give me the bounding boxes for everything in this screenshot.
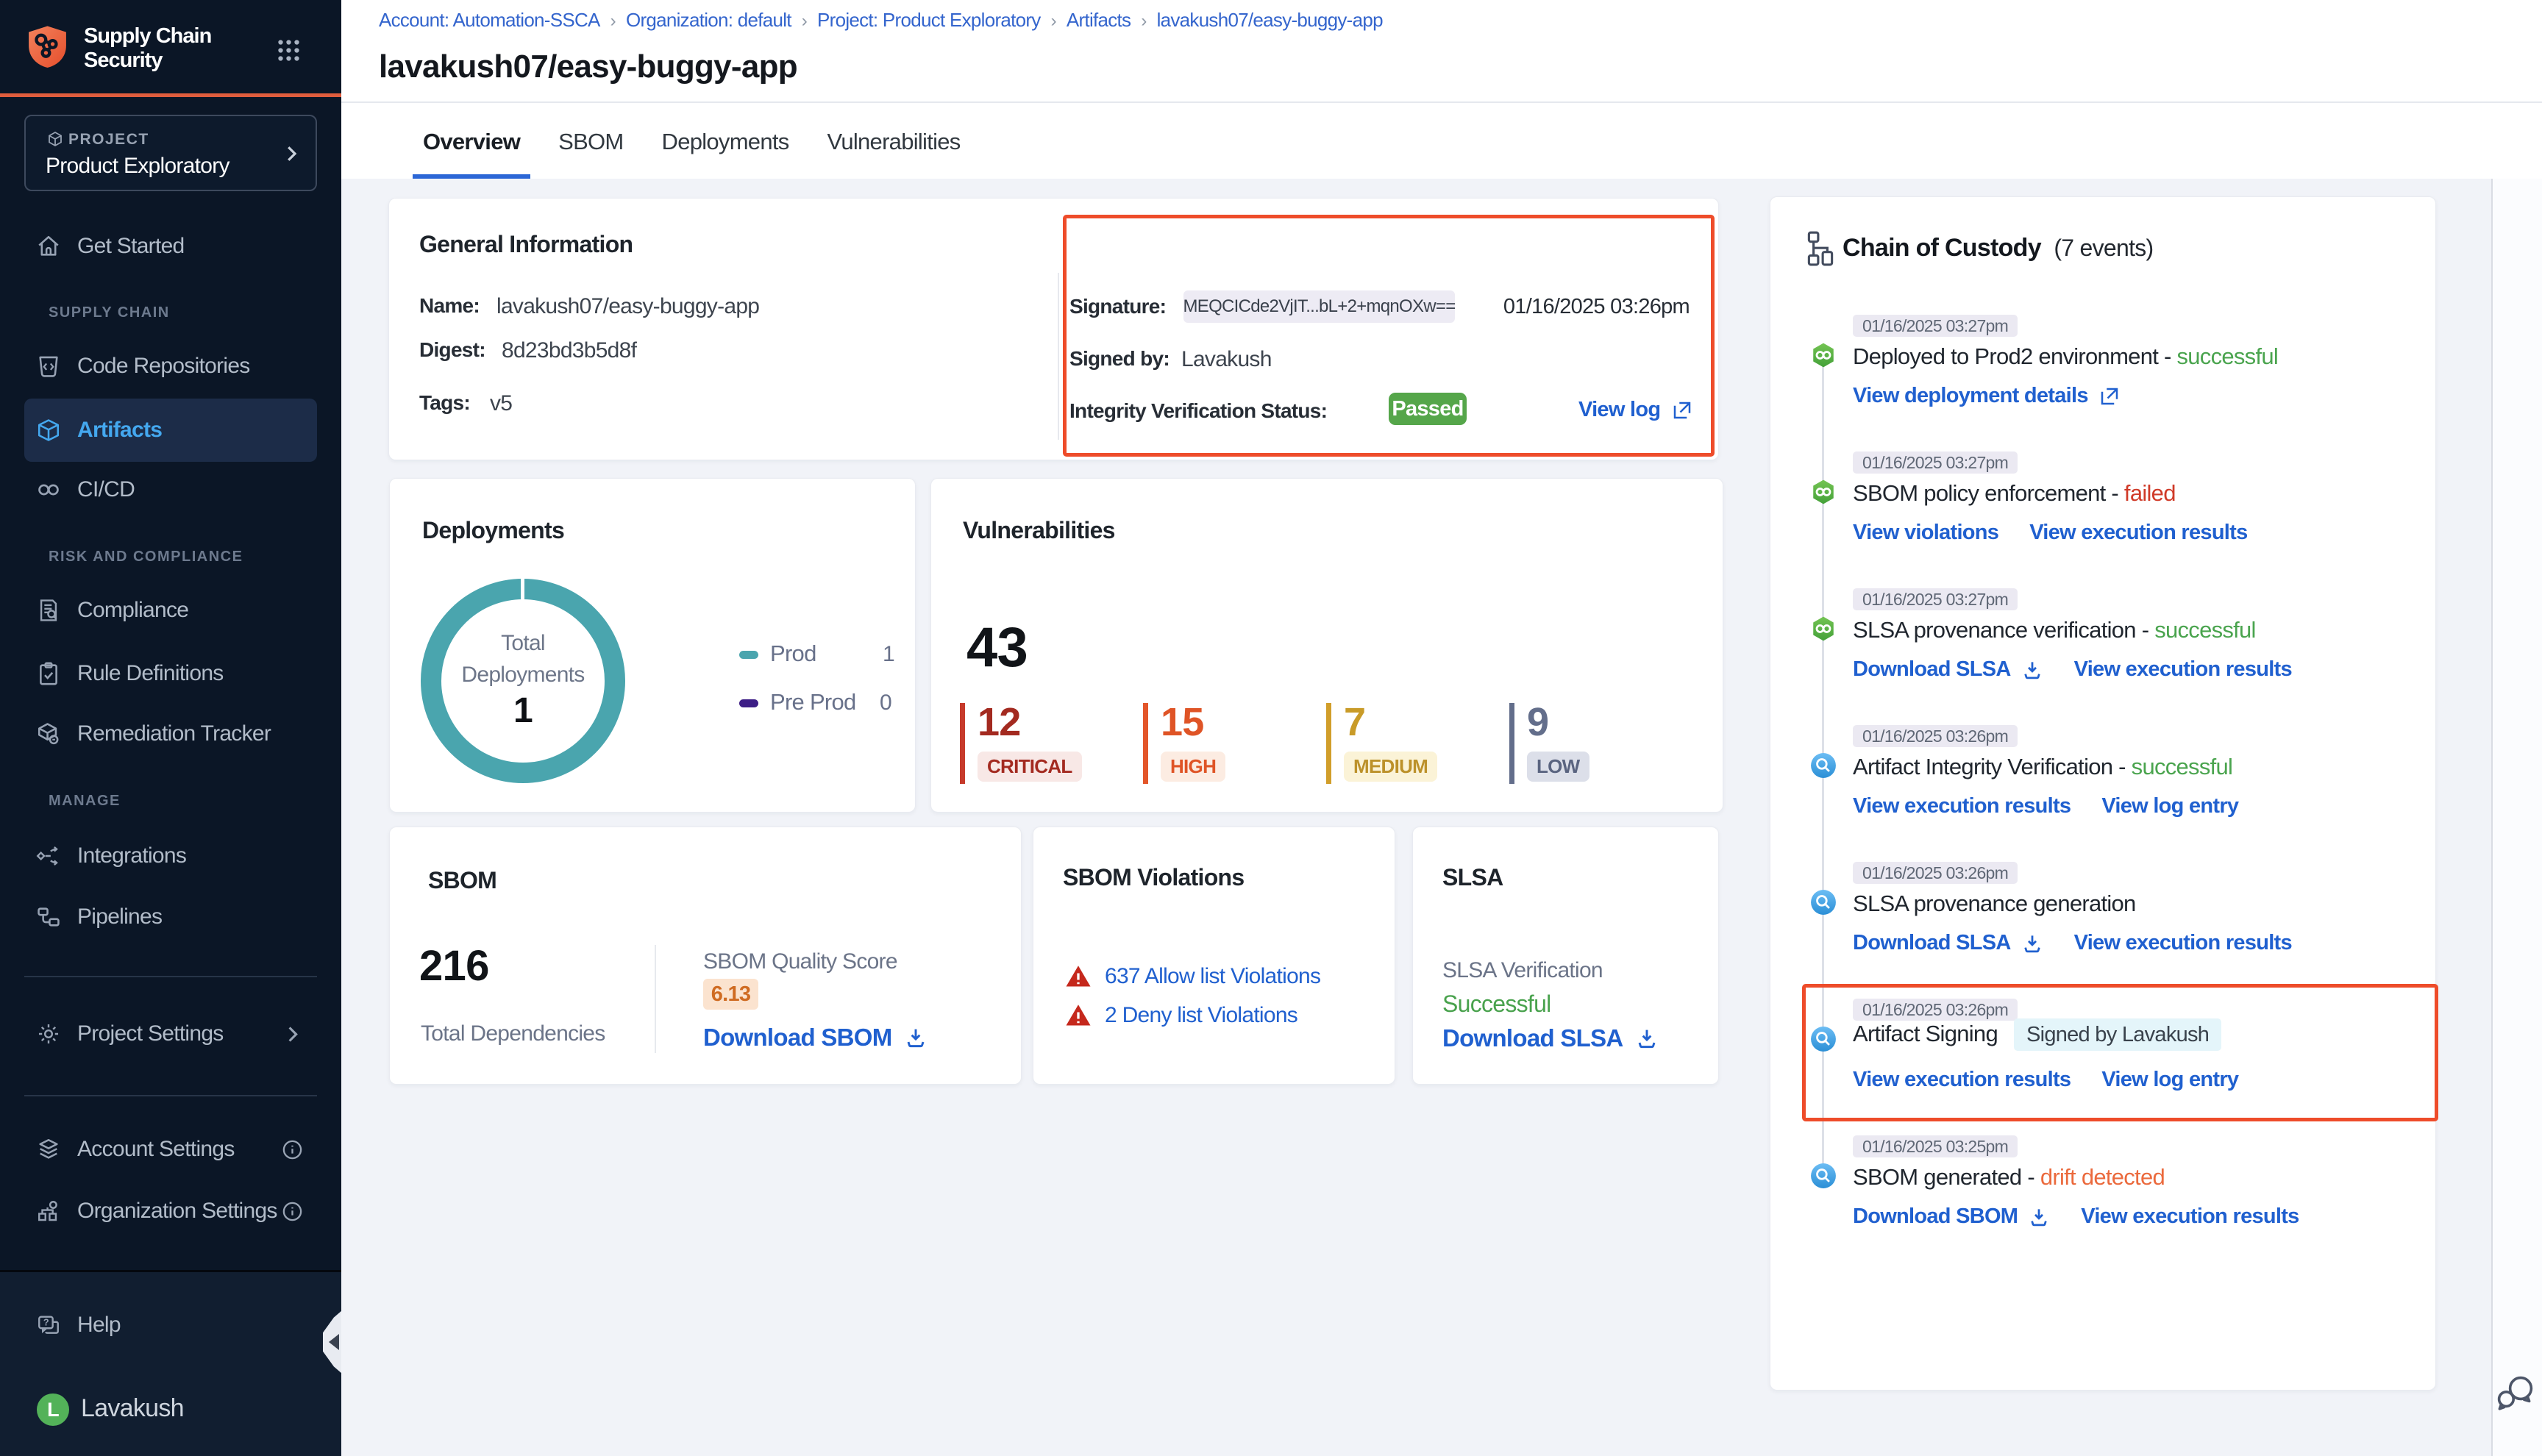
svg-text:?: ? [43, 1317, 49, 1328]
